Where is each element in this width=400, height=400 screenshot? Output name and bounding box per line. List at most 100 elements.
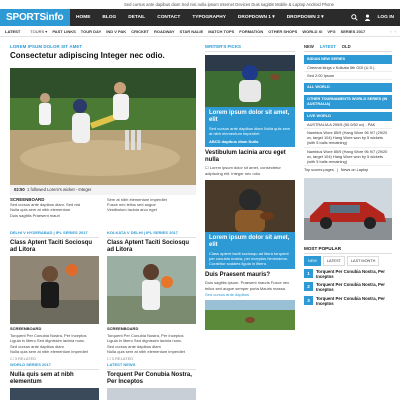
pick-item[interactable]: Duis Praesent mauris? Duis sagittis ipsu… xyxy=(205,272,295,297)
tab-mp-new[interactable]: NEW xyxy=(304,255,321,266)
pick-desc: Duis sagittis ipsum. Praesent mauris Fus… xyxy=(205,280,290,291)
card-title[interactable]: Torquent Per Conubia Nostra, Per Incepto… xyxy=(107,372,196,386)
nav-home[interactable]: HOME xyxy=(70,9,96,26)
ticker-item[interactable]: VFG xyxy=(327,29,335,34)
subcol-line[interactable]: Vestibulum lacinia arcu eget xyxy=(107,207,196,212)
ticker-item[interactable]: WORLD XI xyxy=(302,29,322,34)
ticker-item[interactable]: FORMATION xyxy=(239,29,263,34)
card-section[interactable]: KOLKATA V DELHI | IPL SERIES 2017 xyxy=(107,230,196,238)
featured-title[interactable]: Lorem ipsum dolor sit amet, elit xyxy=(205,107,295,124)
ticker-item[interactable]: ROADWAY xyxy=(154,29,175,34)
world-box-header[interactable]: ALL WORLD xyxy=(304,83,392,93)
chevron-right-icon[interactable]: › xyxy=(395,29,396,34)
hero-caption[interactable]: 1 followed Lorem's wicket - Integer xyxy=(27,187,91,192)
news-card[interactable]: DELHI V HYDERABAD | IPL SERIES 2017 Clas… xyxy=(10,230,99,361)
live-row[interactable]: Nambius Wore 85/9 (Hang Wore 96 9/7 (29/… xyxy=(304,148,392,166)
live-row[interactable]: Nambius Wore 85/9 (Hang Wore 96 9/7 (29/… xyxy=(304,129,392,148)
popular-item[interactable]: 3 Torquent Per Conubia Nostra, Per Incep… xyxy=(304,295,392,306)
popular-item[interactable]: 2 Torquent Per Conubia Nostra, Per Incep… xyxy=(304,282,392,292)
subcol-line[interactable]: Duis sagittis Praesent mauri xyxy=(10,213,99,218)
hero-caption-bar: 02:50 1 followed Lorem's wicket - Intege… xyxy=(10,185,196,195)
tab-mp-last-month[interactable]: LAST MONTH xyxy=(346,255,380,266)
rugby-image[interactable] xyxy=(205,300,295,331)
card-section[interactable]: WORLD SERIES 2017 xyxy=(10,362,99,370)
nav-blog[interactable]: BLOG xyxy=(96,9,122,26)
ticker-item[interactable]: TOUR DAY xyxy=(81,29,101,34)
football-player-image[interactable] xyxy=(205,179,295,232)
featured-box[interactable]: Lorem ipsum dolor sit amet, elit Sed cur… xyxy=(205,107,295,148)
hero-time: 02:50 xyxy=(14,187,25,192)
featured-box[interactable]: Lorem ipsum dolor sit amet, elit Class a… xyxy=(205,231,295,270)
popular-title[interactable]: Torquent Per Conubia Nostra, Per Incepto… xyxy=(316,269,392,279)
football-image[interactable] xyxy=(205,55,295,107)
car-ad-image[interactable] xyxy=(304,177,392,240)
nav-typography[interactable]: TYPOGRAPHY xyxy=(186,9,232,26)
tab-latest[interactable]: LATEST xyxy=(320,44,336,49)
card-section[interactable]: DELHI V HYDERABAD | IPL SERIES 2017 xyxy=(10,230,99,238)
pick-item[interactable]: Vestibulum lacinia arcu eget nulla ☐ Lor… xyxy=(205,150,295,175)
ticker-label: LATEST xyxy=(5,28,21,34)
hero-cricket-image[interactable] xyxy=(10,68,196,186)
news-laptop-link[interactable]: News on Laptop xyxy=(341,168,368,172)
popular-title[interactable]: Torquent Per Conubia Nostra, Per Incepto… xyxy=(316,282,392,292)
card-line[interactable]: Nulla quis sem at nibh elementum imperdi… xyxy=(10,349,99,354)
card-title[interactable]: Class Aptent Taciti Sociosqu ad Litora xyxy=(10,240,99,254)
card-image[interactable] xyxy=(107,256,196,324)
top-scores-link[interactable]: Top scores pages xyxy=(304,168,334,172)
news-card[interactable]: KOLKATA V DELHI | IPL SERIES 2017 Class … xyxy=(107,230,196,361)
ticker-item[interactable]: STAR NALIE xyxy=(180,29,204,34)
news-card[interactable]: LATEST NEWS Torquent Per Conubia Nostra,… xyxy=(107,362,196,400)
card-title[interactable]: Class Aptent Taciti Sociosqu ad Litora xyxy=(107,240,196,254)
card-related[interactable]: ☐ 3 RELATED xyxy=(107,356,196,361)
ticker-item[interactable]: SERIES 2017 xyxy=(341,29,366,34)
tab-mp-latest[interactable]: LATEST xyxy=(322,255,345,266)
pick-title[interactable]: Duis Praesent mauris? xyxy=(205,272,295,279)
card-image[interactable] xyxy=(107,388,196,400)
most-popular-tabs: NEW LATEST LAST MONTH xyxy=(304,255,392,266)
tours-dropdown[interactable]: TOURS ▾ xyxy=(25,29,52,34)
card-image[interactable] xyxy=(10,388,99,400)
card-image[interactable] xyxy=(10,256,99,324)
ticker-item[interactable]: MATCH TOPS xyxy=(208,29,234,34)
search-icon[interactable] xyxy=(351,9,359,27)
sidebar: NEW LATEST OLD INDIAN NEW SERIES Chennai… xyxy=(304,44,392,306)
series-row[interactable]: Chennai kings v Kolkata 5th ODI (U.S.) xyxy=(304,64,392,73)
series-box-header[interactable]: INDIAN NEW SERIES xyxy=(304,55,392,64)
pick-title[interactable]: Vestibulum lacinia arcu eget nulla xyxy=(205,150,295,164)
nav-detail[interactable]: DETAIL xyxy=(122,9,151,26)
section-header[interactable]: LOREM IPSUM DOLOR SIT AMET xyxy=(10,44,199,49)
sidebar-tabs: NEW LATEST OLD xyxy=(304,44,392,52)
ticker-item[interactable]: PAST LINKS xyxy=(52,29,75,34)
section-header[interactable]: WRITER'S PICKS xyxy=(205,44,295,52)
featured-desc: Class aptent taciti sociosqu ad litora t… xyxy=(209,250,289,267)
card-line[interactable]: Nulla quis sem at nibh elementum imperdi… xyxy=(107,349,196,354)
ticker-item[interactable]: OTHER SHOPS xyxy=(268,29,297,34)
user-icon[interactable] xyxy=(364,9,371,27)
chevron-left-icon[interactable]: ‹ xyxy=(390,29,391,34)
tab-new[interactable]: NEW xyxy=(304,44,314,49)
tournament-box-header[interactable]: OTHER TOURNAMENTS WORLD SERIES (IN AUSTR… xyxy=(304,95,392,110)
live-box-header[interactable]: LIVE WORLD xyxy=(304,112,392,122)
ticker-item[interactable]: CRICKET xyxy=(131,29,149,34)
pick-extra[interactable]: Sed cursus ante dapibus xyxy=(205,292,295,297)
nav-dropdown-2[interactable]: DROPDOWN 2 ▾ xyxy=(281,9,330,26)
site-logo[interactable]: SPORTSinfo xyxy=(0,9,70,26)
tab-old[interactable]: OLD xyxy=(342,44,351,49)
card-section[interactable]: LATEST NEWS xyxy=(107,362,196,370)
login-link[interactable]: LOG IN xyxy=(377,9,394,26)
card-related[interactable]: ☐ 3 RELATED xyxy=(10,356,99,361)
popular-number: 3 xyxy=(304,295,313,305)
popular-title[interactable]: Torquent Per Conubia Nostra, Per Incepto… xyxy=(316,296,392,306)
live-row[interactable]: AUSTRALIA A 299/5 (50.0/50 ov) - PAK xyxy=(304,121,392,130)
featured-title[interactable]: Lorem ipsum dolor sit amet, elit xyxy=(205,232,295,249)
series-row[interactable]: Sed 2:00 Ipsum xyxy=(304,72,392,81)
popular-number: 1 xyxy=(304,268,313,278)
nav-dropdown-1[interactable]: DROPDOWN 1 ▾ xyxy=(232,9,281,26)
nav-contact[interactable]: CONTACT xyxy=(151,9,186,26)
main-headline[interactable]: Consectetur adipiscing Integer nec odio. xyxy=(10,51,199,60)
card-title[interactable]: Nulla quis sem at nibh elementum xyxy=(10,372,99,386)
top-links-text[interactable]: Sed cursus ante dapibus diam Sed nisi nu… xyxy=(124,2,334,7)
popular-item[interactable]: 1 Torquent Per Conubia Nostra, Per Incep… xyxy=(304,268,392,279)
ticker-item[interactable]: IND V PAK xyxy=(106,29,126,34)
news-card[interactable]: WORLD SERIES 2017 Nulla quis sem at nibh… xyxy=(10,362,99,400)
